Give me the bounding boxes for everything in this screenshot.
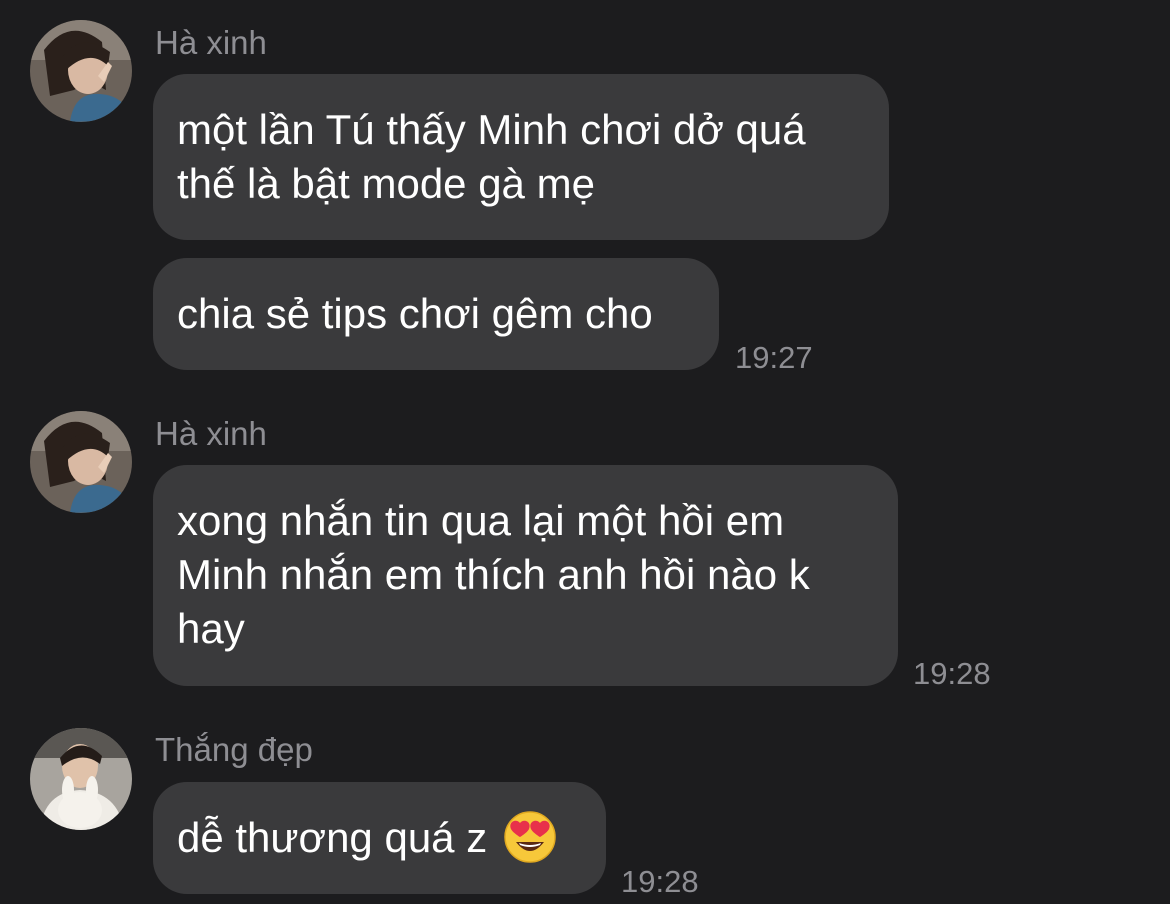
heart-eyes-emoji: [503, 810, 557, 864]
message-bubble[interactable]: một lần Tú thấy Minh chơi dở quá thế là …: [153, 74, 889, 240]
message-text: dễ thương quá z: [177, 814, 488, 861]
avatar-thang-dep[interactable]: [30, 728, 132, 830]
sender-name: Hà xinh: [155, 24, 267, 61]
message-text: xong nhắn tin qua lại một hồi em Minh nh…: [177, 497, 810, 652]
message-timestamp: 19:28: [621, 864, 699, 899]
chat-thread: Hà xinh một lần Tú thấy Minh chơi dở quá…: [0, 0, 1170, 904]
message-text: chia sẻ tips chơi gêm cho: [177, 290, 653, 337]
message-text: một lần Tú thấy Minh chơi dở quá thế là …: [177, 106, 806, 207]
sender-name: Thắng đẹp: [155, 731, 313, 768]
message-timestamp: 19:28: [913, 656, 991, 691]
message-bubble[interactable]: dễ thương quá z: [153, 782, 606, 894]
message-timestamp: 19:27: [735, 340, 813, 375]
avatar-ha-xinh[interactable]: [30, 20, 132, 122]
message-bubble[interactable]: chia sẻ tips chơi gêm cho: [153, 258, 719, 370]
avatar-ha-xinh[interactable]: [30, 411, 132, 513]
message-bubble[interactable]: xong nhắn tin qua lại một hồi em Minh nh…: [153, 465, 898, 686]
sender-name: Hà xinh: [155, 415, 267, 452]
